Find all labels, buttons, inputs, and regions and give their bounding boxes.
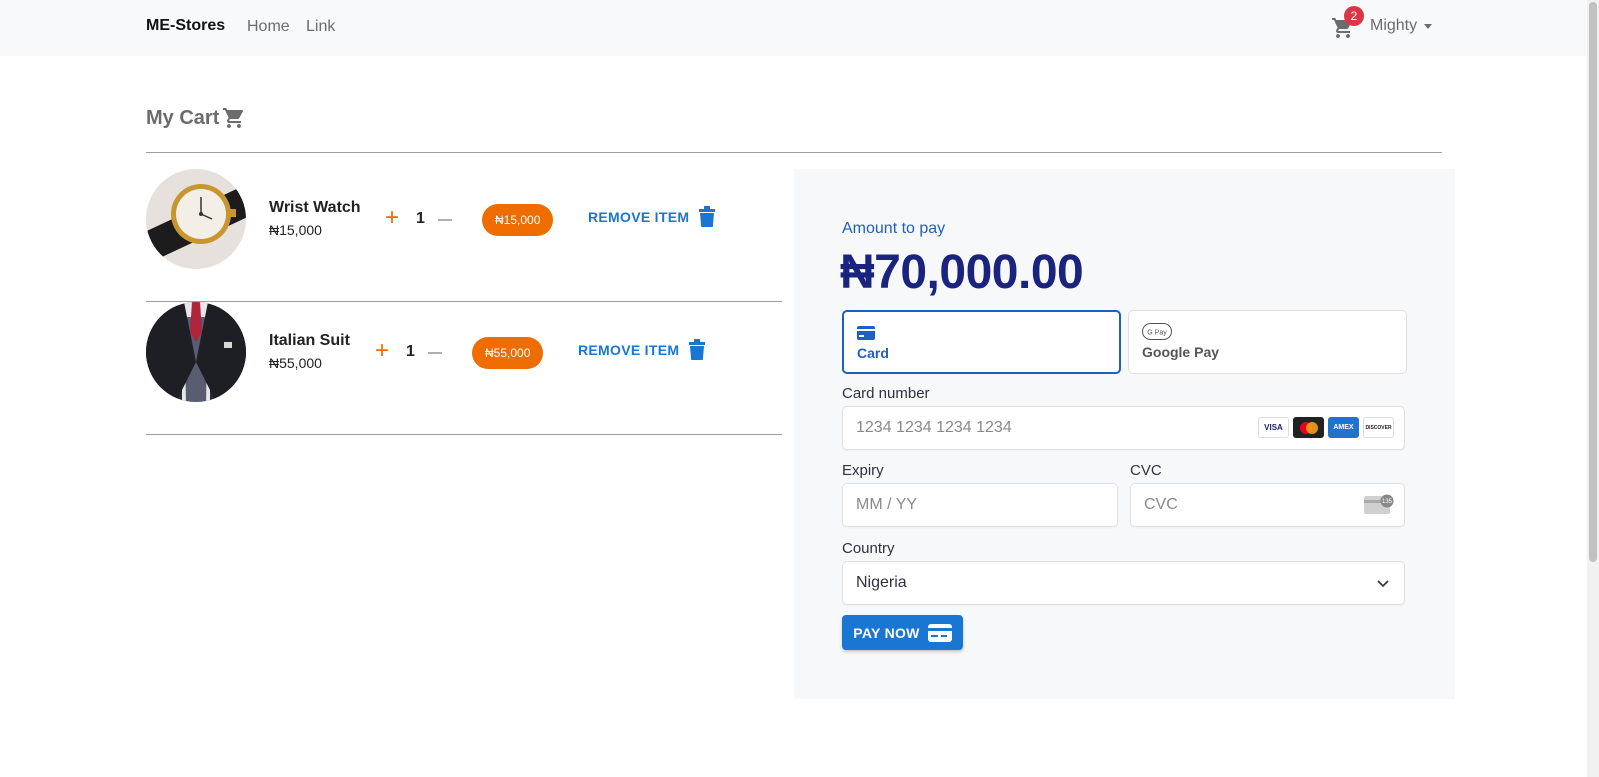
item-name: Italian Suit [269,332,350,349]
pay-now-button[interactable]: PAY NOW [842,615,963,650]
google-pay-tab-label: Google Pay [1142,344,1220,360]
trash-icon [699,206,716,227]
remove-item-label: REMOVE ITEM [578,342,680,358]
svg-text:G Pay: G Pay [1147,330,1167,337]
item-price: ₦15,000 [269,222,322,238]
card-tab-label: Card [857,345,889,361]
nav-link-link[interactable]: Link [306,18,335,36]
italian-suit-image [146,302,246,402]
quantity-value: 1 [406,343,415,360]
trash-icon [689,339,706,360]
country-value: Nigeria [856,574,907,591]
nav-home-link[interactable]: Home [247,18,290,36]
amount-value: ₦70,000.00 [840,246,1084,299]
remove-item-label: REMOVE ITEM [588,209,690,225]
card-number-field[interactable]: VISA AMEX DISCOVER [842,406,1405,450]
expiry-input[interactable] [856,484,1096,526]
page-title-text: My Cart [146,106,220,129]
cvc-icon-text: 135 [1382,499,1393,505]
user-menu-dropdown[interactable]: Mighty [1370,17,1433,35]
quantity-value: 1 [416,210,425,227]
remove-item-button[interactable]: REMOVE ITEM [588,206,717,228]
decrease-quantity-button[interactable] [428,352,442,354]
cvc-card-icon: 135 [1364,494,1394,514]
mastercard-icon [1293,417,1324,438]
country-select[interactable]: Nigeria [842,561,1405,605]
page-scrollbar[interactable] [1587,0,1599,777]
chevron-down-icon [1377,580,1389,588]
user-name: Mighty [1370,17,1418,34]
remove-item-button[interactable]: REMOVE ITEM [578,339,707,361]
expiry-field[interactable] [842,483,1118,527]
amex-icon: AMEX [1328,417,1359,438]
item-total-badge: ₦15,000 [482,204,554,236]
google-pay-tab[interactable]: G Pay Google Pay [1128,310,1407,374]
increase-quantity-button[interactable]: + [385,206,399,230]
navbar: ME-Stores Home Link 2 Mighty [0,0,1587,56]
item-price: ₦55,000 [269,355,322,371]
credit-card-icon [927,623,952,642]
visa-icon: VISA [1258,417,1289,438]
item-name: Wrist Watch [269,199,361,216]
cart-count-badge: 2 [1344,6,1364,26]
title-divider [146,152,1442,153]
discover-icon: DISCOVER [1363,417,1394,438]
cart-item: Italian Suit ₦55,000 + 1 ₦55,000 REMOVE … [146,302,782,435]
item-total-badge: ₦55,000 [472,337,544,369]
pay-now-label: PAY NOW [853,624,920,641]
page-title: My Cart [146,106,247,130]
brand-link[interactable]: ME-Stores [146,17,225,35]
increase-quantity-button[interactable]: + [375,339,389,363]
amount-label: Amount to pay [842,220,946,237]
cvc-field[interactable]: 135 [1130,483,1405,527]
caret-down-icon [1424,23,1433,29]
payment-panel: Amount to pay ₦70,000.00 Card G Pay Goog… [794,169,1455,699]
card-number-input[interactable] [856,407,1236,449]
card-payment-tab[interactable]: Card [842,310,1121,374]
scrollbar-thumb[interactable] [1589,2,1597,562]
country-label: Country [842,540,895,557]
wrist-watch-image [146,169,246,269]
card-number-label: Card number [842,385,930,402]
decrease-quantity-button[interactable] [438,219,452,221]
google-pay-icon: G Pay [1142,323,1172,340]
card-brands: VISA AMEX DISCOVER [1258,417,1394,438]
cart-item: Wrist Watch ₦15,000 + 1 ₦15,000 REMOVE I… [146,169,782,302]
expiry-label: Expiry [842,462,884,479]
cvc-input[interactable] [1144,484,1344,526]
cart-icon [223,108,244,128]
cvc-label: CVC [1130,462,1162,479]
card-icon [857,326,875,340]
